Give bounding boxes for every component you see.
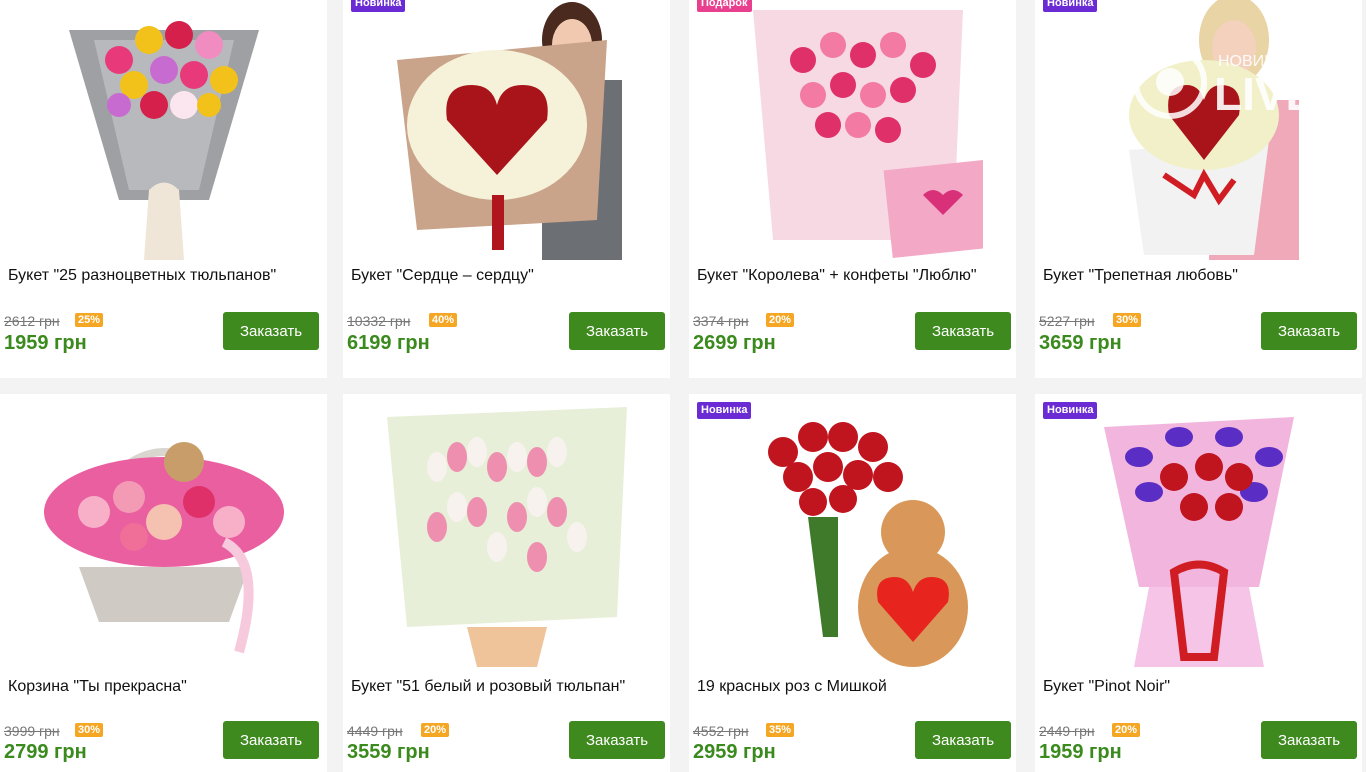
current-price: 6199 грн	[347, 332, 430, 354]
discount-badge: 20%	[421, 723, 450, 737]
product-card[interactable]: Корзина "Ты прекрасна" 3999 грн 30% 2799…	[0, 394, 327, 772]
roses-teddy-image	[767, 421, 968, 667]
current-price: 1959 грн	[4, 332, 87, 354]
discount-badge: 35%	[766, 723, 795, 737]
pink-roses-candy-image	[752, 10, 983, 258]
old-price: 10332 грн	[347, 313, 411, 329]
current-price: 3559 грн	[347, 741, 430, 763]
discount-badge: 20%	[1112, 723, 1141, 737]
discount-badge: 30%	[75, 723, 104, 737]
order-button[interactable]: Заказать	[569, 721, 665, 759]
product-card[interactable]: Новинка Букет "Сердце – сердцу" 10332 гр…	[343, 0, 670, 378]
heart-roses-woman-image	[1128, 0, 1299, 260]
old-price: 3999 грн	[4, 723, 60, 739]
product-image[interactable]	[0, 0, 327, 260]
order-button[interactable]: Заказать	[1261, 721, 1357, 759]
old-price: 4552 грн	[693, 723, 749, 739]
current-price: 3659 грн	[1039, 332, 1122, 354]
product-image[interactable]	[689, 394, 1016, 669]
old-price: 2612 грн	[4, 313, 60, 329]
product-image[interactable]	[343, 394, 670, 669]
discount-badge: 30%	[1113, 313, 1142, 327]
order-button[interactable]: Заказать	[569, 312, 665, 350]
current-price: 1959 грн	[1039, 741, 1122, 763]
order-button[interactable]: Заказать	[1261, 312, 1357, 350]
product-title[interactable]: Букет "Трепетная любовь"	[1043, 267, 1354, 285]
product-card[interactable]: Новинка 19 красных роз с Мишкой 4552 грн…	[689, 394, 1016, 772]
product-card[interactable]: Букет "25 разноцветных тюльпанов" 2612 г…	[0, 0, 327, 378]
product-title[interactable]: Букет "Королева" + конфеты "Люблю"	[697, 267, 1008, 285]
product-grid: Букет "25 разноцветных тюльпанов" 2612 г…	[0, 0, 1366, 772]
product-card[interactable]: Новинка Букет "Трепетная любовь" 5227 гр…	[1035, 0, 1362, 378]
product-title[interactable]: Букет "51 белый и розовый тюльпан"	[351, 678, 662, 696]
order-button[interactable]: Заказать	[915, 312, 1011, 350]
discount-badge: 25%	[75, 313, 104, 327]
product-image[interactable]	[1035, 394, 1362, 669]
heart-roses-image	[396, 2, 622, 260]
discount-badge: 40%	[429, 313, 458, 327]
product-title[interactable]: Букет "Сердце – сердцу"	[351, 267, 662, 285]
product-title[interactable]: Букет "25 разноцветных тюльпанов"	[8, 267, 319, 285]
tulips-image	[386, 406, 627, 667]
old-price: 4449 грн	[347, 723, 403, 739]
current-price: 2799 грн	[4, 741, 87, 763]
order-button[interactable]: Заказать	[223, 721, 319, 759]
product-title[interactable]: Букет "Pinot Noir"	[1043, 678, 1354, 696]
discount-badge: 20%	[766, 313, 795, 327]
product-card[interactable]: Букет "51 белый и розовый тюльпан" 4449 …	[343, 394, 670, 772]
product-image[interactable]	[689, 0, 1016, 260]
roses-irises-image	[1103, 416, 1294, 667]
current-price: 2959 грн	[693, 741, 776, 763]
product-title[interactable]: 19 красных роз с Мишкой	[697, 678, 1008, 696]
product-image[interactable]	[0, 394, 327, 669]
tulip-bouquet-image	[68, 21, 259, 260]
current-price: 2699 грн	[693, 332, 776, 354]
product-image[interactable]	[1035, 0, 1362, 260]
old-price: 2449 грн	[1039, 723, 1095, 739]
product-card[interactable]: Подарок Букет "Королева" + конфеты "Любл…	[689, 0, 1016, 378]
old-price: 5227 грн	[1039, 313, 1095, 329]
order-button[interactable]: Заказать	[223, 312, 319, 350]
product-title[interactable]: Корзина "Ты прекрасна"	[8, 678, 319, 696]
basket-roses-image	[43, 441, 284, 653]
product-card[interactable]: Новинка Букет "Pinot Noir" 2449 грн 20% …	[1035, 394, 1362, 772]
order-button[interactable]: Заказать	[915, 721, 1011, 759]
product-image[interactable]	[343, 0, 670, 260]
old-price: 3374 грн	[693, 313, 749, 329]
